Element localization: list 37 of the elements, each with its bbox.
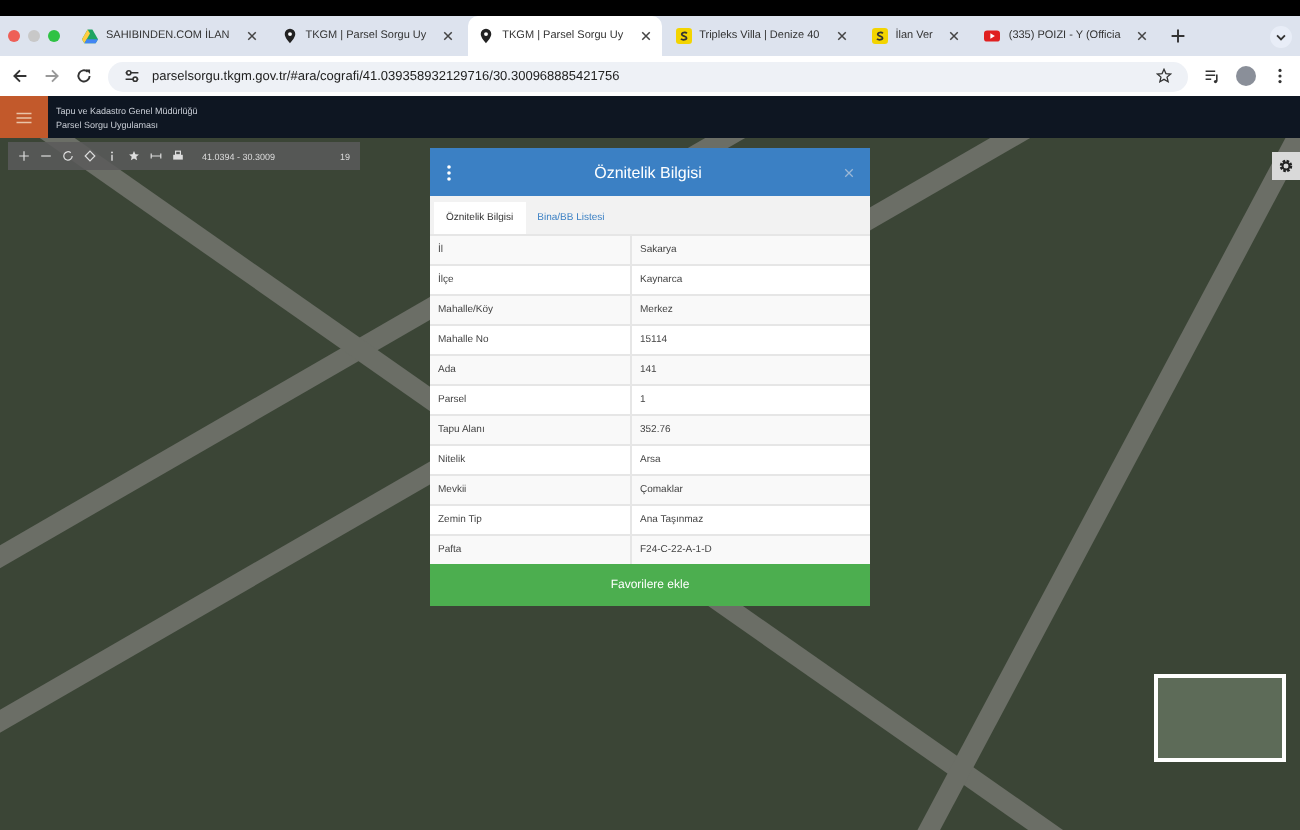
star-icon[interactable] bbox=[128, 150, 140, 162]
minimap-placeholder[interactable] bbox=[1154, 674, 1286, 762]
close-tab-icon[interactable] bbox=[835, 30, 848, 42]
close-tab-icon[interactable] bbox=[948, 30, 961, 42]
tab-list-icon[interactable] bbox=[1270, 25, 1292, 47]
close-window-icon[interactable] bbox=[8, 30, 20, 42]
site-settings-icon[interactable] bbox=[124, 68, 140, 84]
locate-icon[interactable] bbox=[84, 150, 96, 162]
play-icon bbox=[984, 28, 1001, 44]
triangle-icon bbox=[82, 28, 98, 44]
print-icon[interactable] bbox=[172, 150, 184, 162]
media-icon[interactable] bbox=[1204, 68, 1220, 84]
settings-button[interactable] bbox=[1272, 152, 1300, 180]
close-tab-icon[interactable] bbox=[442, 30, 455, 42]
refresh-icon[interactable] bbox=[62, 150, 74, 162]
settings-icon bbox=[1278, 158, 1294, 174]
close-tab-icon[interactable] bbox=[639, 30, 652, 42]
letter-s-icon bbox=[675, 28, 692, 44]
zoom-in-icon[interactable] bbox=[18, 150, 30, 162]
dialog-title: Öznitelik Bilgisi bbox=[592, 163, 704, 181]
measure-icon[interactable] bbox=[150, 150, 162, 162]
profile-avatar[interactable] bbox=[1236, 66, 1256, 86]
new-tab-icon[interactable] bbox=[1170, 28, 1187, 44]
map-pin-icon bbox=[281, 28, 298, 44]
reload-icon[interactable] bbox=[76, 68, 92, 84]
info-icon[interactable] bbox=[106, 150, 118, 162]
bookmark-star-icon[interactable] bbox=[1156, 68, 1172, 84]
back-icon[interactable] bbox=[12, 68, 28, 84]
close-tab-icon[interactable] bbox=[245, 30, 258, 42]
menu-icon bbox=[16, 111, 32, 123]
zoom-out-icon[interactable] bbox=[40, 150, 52, 162]
close-tab-icon[interactable] bbox=[1136, 30, 1149, 42]
letter-s-icon bbox=[871, 28, 888, 44]
more-options-icon[interactable] bbox=[446, 163, 452, 181]
forward-icon[interactable] bbox=[44, 68, 60, 84]
map-pin-icon bbox=[478, 28, 495, 44]
menu-icon[interactable] bbox=[1272, 68, 1288, 84]
